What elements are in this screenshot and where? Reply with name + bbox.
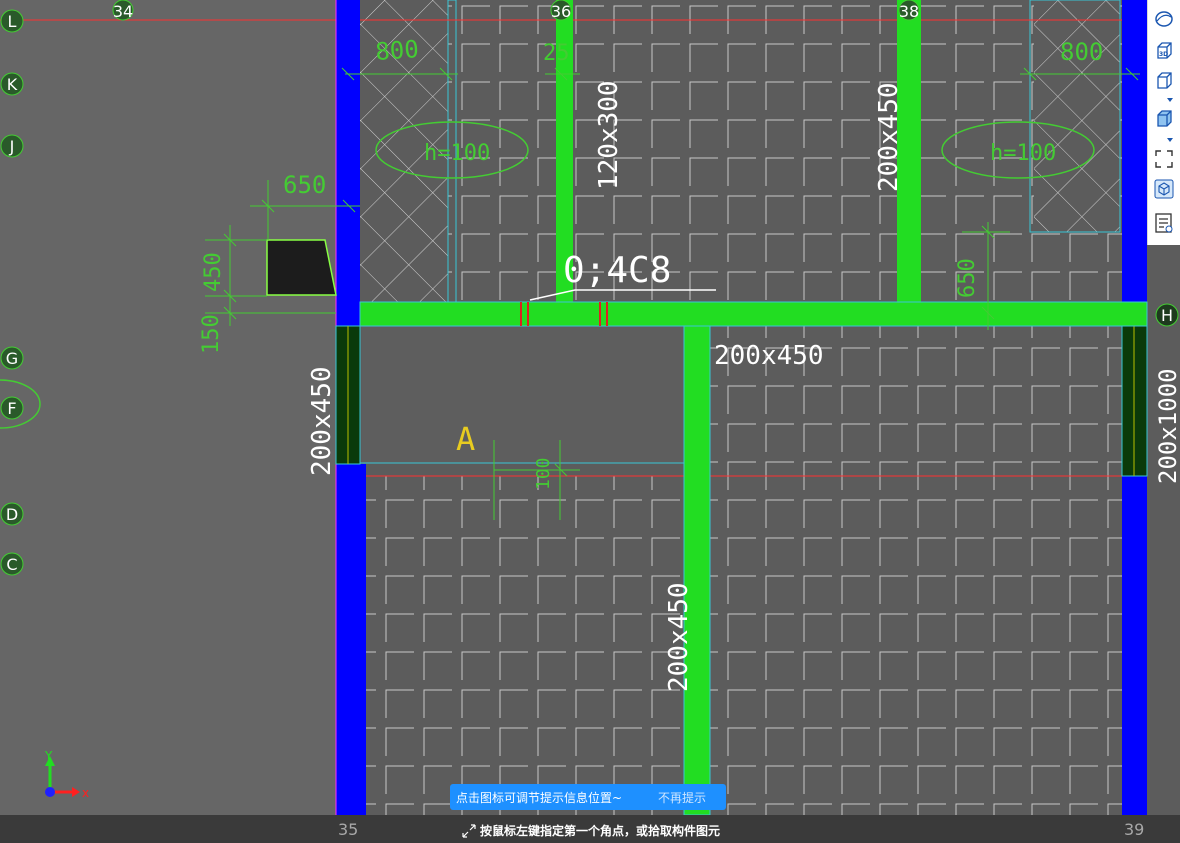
exterior-area bbox=[0, 0, 336, 815]
grid-row-L[interactable]: L bbox=[8, 12, 17, 31]
grid-col-34[interactable]: 34 bbox=[113, 2, 133, 21]
column-left-lower[interactable] bbox=[336, 464, 366, 815]
grid-col-35[interactable]: 35 bbox=[338, 820, 358, 839]
beam-label[interactable]: 0;4C8 bbox=[563, 250, 671, 291]
view-toolbar: 3D bbox=[1147, 0, 1180, 245]
command-prompt: 按鼠标左键指定第一个角点，或拾取构件图元 bbox=[462, 822, 720, 839]
beam-size-right[interactable]: 200x1000 bbox=[1154, 368, 1180, 484]
grid-row-C[interactable]: C bbox=[6, 555, 17, 574]
grid-col-36[interactable]: 36 bbox=[551, 2, 571, 21]
properties-list-icon[interactable] bbox=[1152, 212, 1176, 234]
hint-message[interactable]: 点击图标可调节提示信息位置~ bbox=[450, 789, 658, 806]
grid-row-J[interactable]: J bbox=[9, 137, 15, 156]
dim-800-left: 800 bbox=[374, 35, 419, 66]
3d-view-icon[interactable]: 3D bbox=[1152, 40, 1176, 62]
dim-650-top: 650 bbox=[283, 171, 326, 199]
dim-25: 25 bbox=[543, 41, 570, 66]
column-right-upper[interactable] bbox=[1122, 0, 1147, 326]
shaft-right-hatch bbox=[1034, 0, 1120, 232]
beam-size-vertical-2[interactable]: 200x450 bbox=[874, 82, 904, 192]
dim-100: 100 bbox=[533, 457, 554, 490]
box-view-icon[interactable] bbox=[1152, 70, 1176, 92]
column-right-lower[interactable] bbox=[1122, 476, 1147, 815]
axis-y-label: Y bbox=[44, 749, 53, 763]
chevron-down-icon[interactable] bbox=[1167, 138, 1173, 142]
grid-col-38[interactable]: 38 bbox=[899, 2, 919, 21]
zone-label-A: A bbox=[456, 420, 475, 458]
hint-popup[interactable]: 点击图标可调节提示信息位置~ 不再提示 bbox=[450, 784, 726, 810]
grid-row-H[interactable]: H bbox=[1161, 306, 1173, 325]
dismiss-hint-button[interactable]: 不再提示 bbox=[658, 789, 726, 806]
detached-element[interactable] bbox=[266, 239, 337, 296]
room-a-area bbox=[362, 326, 684, 463]
svg-text:3D: 3D bbox=[1159, 51, 1168, 58]
dim-150: 150 bbox=[199, 314, 224, 354]
beam-size-bottom[interactable]: 200x450 bbox=[664, 582, 694, 692]
grid-row-D[interactable]: D bbox=[6, 505, 18, 524]
drawing-canvas[interactable]: 800 25 800 650 450 150 650 100 h=100 h=1… bbox=[0, 0, 1180, 843]
cube-settings-icon[interactable] bbox=[1152, 178, 1176, 200]
beam-vertical-bottom[interactable] bbox=[684, 326, 710, 815]
dim-450: 450 bbox=[201, 252, 226, 292]
beam-size-horizontal[interactable]: 200x450 bbox=[714, 341, 824, 371]
column-size-left[interactable]: 200x450 bbox=[307, 366, 337, 476]
orbit-icon[interactable] bbox=[1152, 8, 1176, 30]
column-left-upper[interactable] bbox=[336, 0, 360, 326]
chevron-down-icon[interactable] bbox=[1167, 98, 1173, 102]
dim-650-right: 650 bbox=[955, 258, 980, 298]
command-text: 按鼠标左键指定第一个角点，或拾取构件图元 bbox=[480, 824, 721, 838]
grid-row-G[interactable]: G bbox=[6, 349, 18, 368]
grid-col-39[interactable]: 39 bbox=[1124, 820, 1144, 839]
slab-h-left: h=100 bbox=[424, 141, 490, 166]
grid-row-F[interactable]: F bbox=[7, 399, 16, 418]
slab-h-right: h=100 bbox=[990, 141, 1056, 166]
floor-tiles-bottom bbox=[362, 476, 1122, 815]
grid-row-K[interactable]: K bbox=[7, 75, 18, 94]
fit-screen-icon[interactable] bbox=[1152, 148, 1176, 170]
beam-size-vertical-1[interactable]: 120x300 bbox=[594, 80, 624, 190]
dim-800-right: 800 bbox=[1060, 38, 1103, 66]
corner-pick-icon bbox=[462, 823, 476, 838]
beam-horizontal-H[interactable] bbox=[360, 302, 1147, 326]
cad-viewport[interactable]: 800 25 800 650 450 150 650 100 h=100 h=1… bbox=[0, 0, 1180, 843]
status-bar: 按鼠标左键指定第一个角点，或拾取构件图元 bbox=[0, 815, 1180, 843]
solid-box-icon[interactable] bbox=[1152, 108, 1176, 130]
axis-x-label: x bbox=[82, 786, 89, 800]
